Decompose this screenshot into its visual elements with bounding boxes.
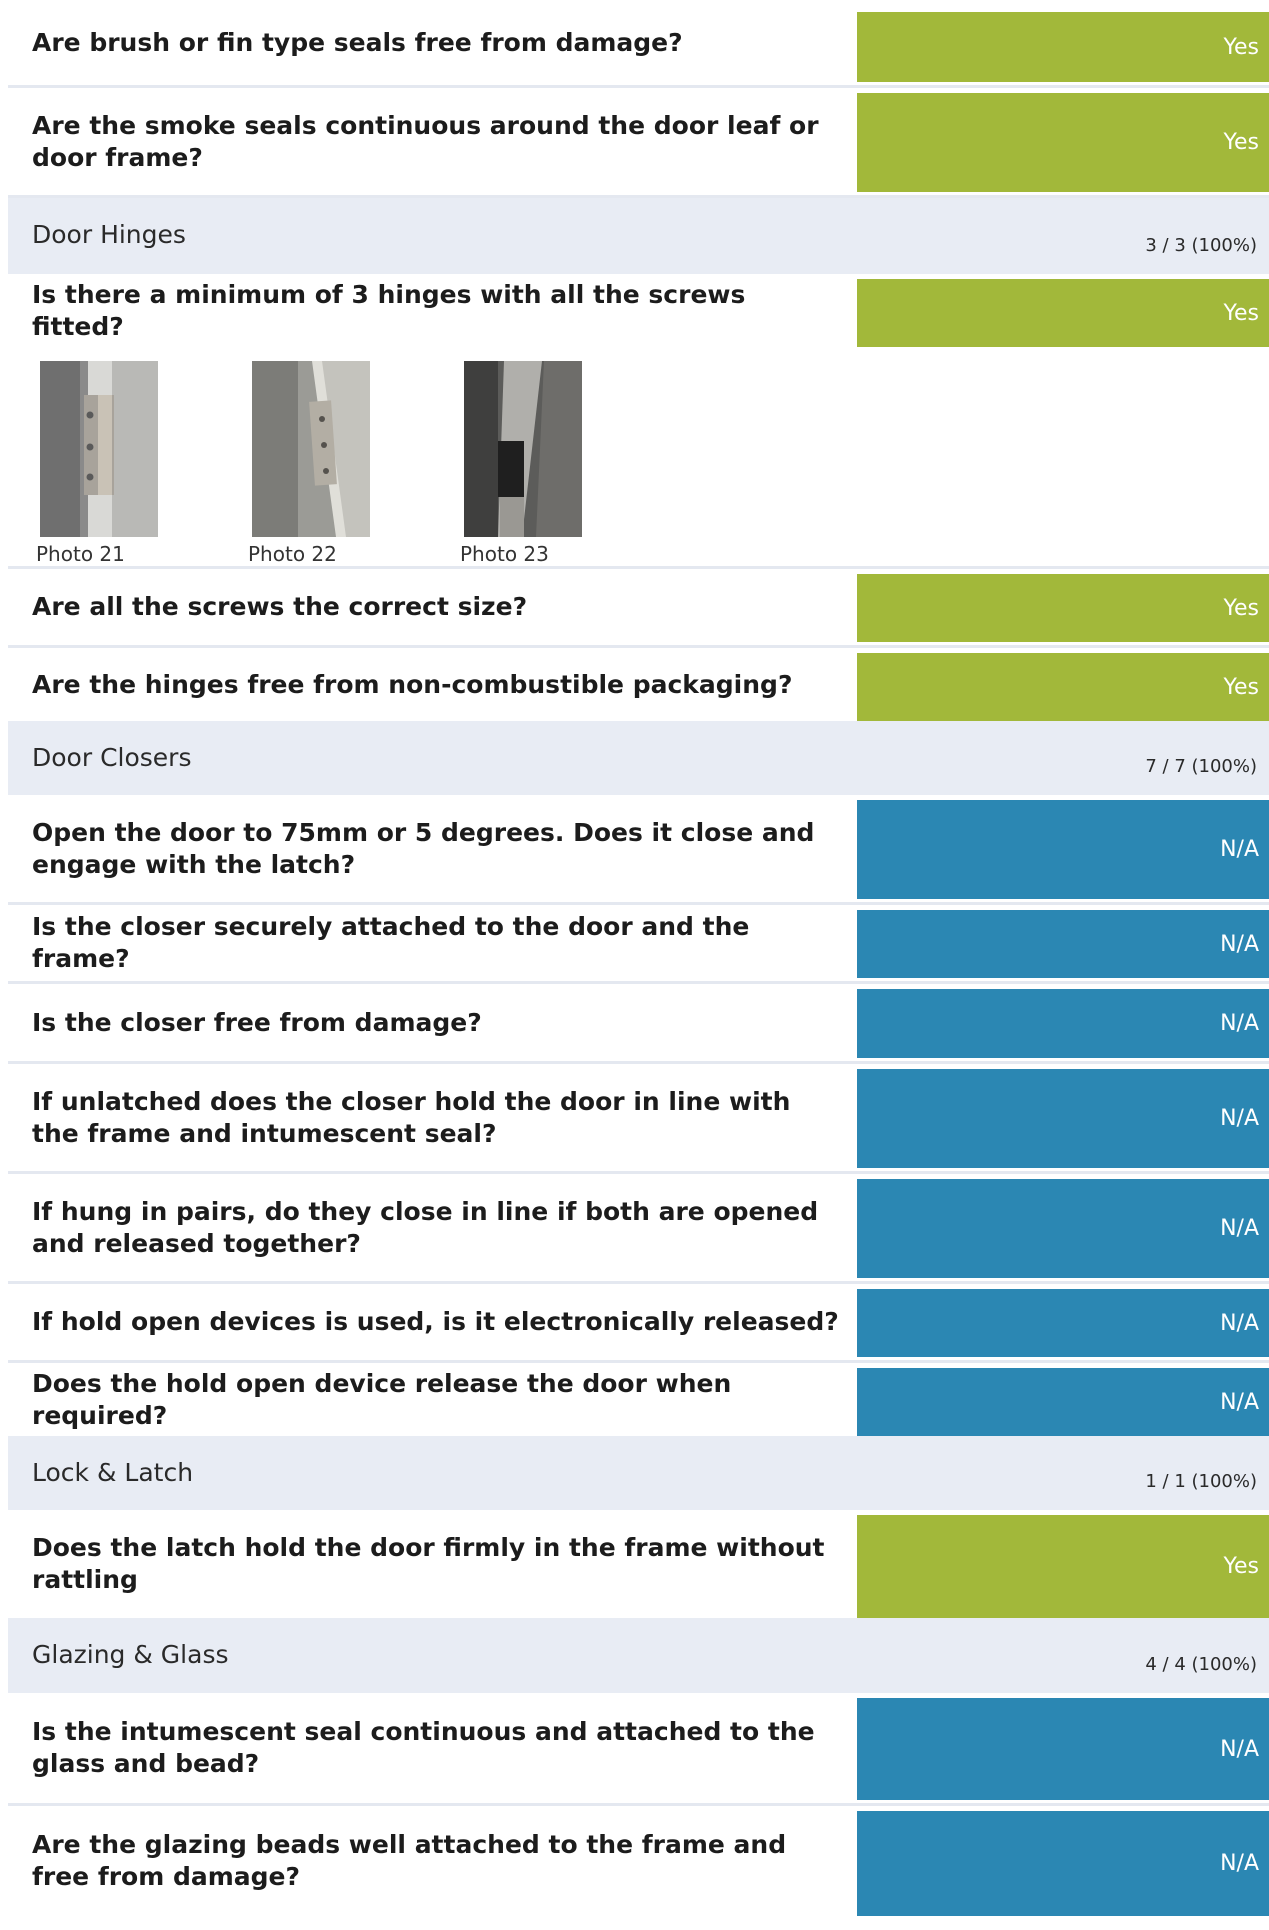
question-row: Are all the screws the correct size? Yes	[8, 569, 1269, 648]
question-text: If unlatched does the closer hold the do…	[32, 1086, 791, 1148]
section-score: 1 / 1 (100%)	[1145, 1471, 1257, 1492]
question-text: Does the hold open device release the do…	[32, 1368, 732, 1430]
section-title: Door Hinges	[32, 220, 186, 249]
answer-badge-na: N/A	[857, 989, 1269, 1058]
question-row: Is the intumescent seal continuous and a…	[8, 1693, 1269, 1806]
question-text: Open the door to 75mm or 5 degrees. Does…	[32, 817, 815, 879]
question-row: Are the smoke seals continuous around th…	[8, 88, 1269, 198]
photo-strip: Photo 21 Photo 22 Photo 23	[8, 347, 1269, 569]
question-text: Does the latch hold the door firmly in t…	[32, 1533, 825, 1594]
question-text: Is the intumescent seal continuous and a…	[32, 1717, 815, 1778]
question-row: Does the latch hold the door firmly in t…	[8, 1510, 1269, 1618]
question-row: Is the closer free from damage? N/A	[8, 984, 1269, 1064]
question-text: Are the hinges free from non-combustible…	[32, 669, 793, 699]
question-row: Are the hinges free from non-combustible…	[8, 648, 1269, 721]
answer-badge-na: N/A	[857, 1179, 1269, 1278]
answer-badge-na: N/A	[857, 1069, 1269, 1168]
hinge-photo-image[interactable]	[252, 361, 370, 537]
question-text: Is there a minimum of 3 hinges with all …	[32, 279, 746, 341]
hinge-photo-image[interactable]	[40, 361, 158, 537]
question-text: Are brush or fin type seals free from da…	[32, 27, 683, 57]
question-text: Is the closer securely attached to the d…	[32, 912, 750, 973]
section-title: Door Closers	[32, 743, 192, 772]
answer-badge-yes: Yes	[857, 574, 1269, 642]
question-text: Are the smoke seals continuous around th…	[32, 110, 819, 172]
section-header-door-closers[interactable]: Door Closers 7 / 7 (100%)	[8, 721, 1269, 795]
section-header-lock-latch[interactable]: Lock & Latch 1 / 1 (100%)	[8, 1436, 1269, 1510]
question-row: If hung in pairs, do they close in line …	[8, 1174, 1269, 1284]
question-text: If hold open devices is used, is it elec…	[32, 1307, 839, 1336]
section-score: 4 / 4 (100%)	[1145, 1654, 1257, 1675]
hinge-photo-image[interactable]	[464, 361, 582, 537]
photo-caption: Photo 22	[248, 542, 337, 566]
answer-badge-yes: Yes	[857, 93, 1269, 192]
question-row: Open the door to 75mm or 5 degrees. Does…	[8, 795, 1269, 905]
answer-badge-yes: Yes	[857, 1515, 1269, 1618]
question-row: If unlatched does the closer hold the do…	[8, 1064, 1269, 1174]
question-text: Are all the screws the correct size?	[32, 592, 528, 621]
question-text: Is the closer free from damage?	[32, 1007, 482, 1037]
answer-badge-yes: Yes	[857, 653, 1269, 721]
section-title: Glazing & Glass	[32, 1640, 229, 1669]
answer-badge-na: N/A	[857, 1811, 1269, 1916]
question-row: Is there a minimum of 3 hinges with all …	[8, 274, 1269, 347]
question-text: If hung in pairs, do they close in line …	[32, 1196, 819, 1258]
answer-badge-na: N/A	[857, 1289, 1269, 1357]
question-row: Are the glazing beads well attached to t…	[8, 1806, 1269, 1916]
question-row: Are brush or fin type seals free from da…	[8, 0, 1269, 88]
answer-badge-yes: Yes	[857, 279, 1269, 347]
section-score: 3 / 3 (100%)	[1145, 235, 1257, 256]
answer-badge-na: N/A	[857, 800, 1269, 899]
section-header-glazing-glass[interactable]: Glazing & Glass 4 / 4 (100%)	[8, 1618, 1269, 1693]
photo-caption: Photo 21	[36, 542, 125, 566]
section-score: 7 / 7 (100%)	[1145, 756, 1257, 777]
section-title: Lock & Latch	[32, 1458, 194, 1487]
question-row: If hold open devices is used, is it elec…	[8, 1284, 1269, 1363]
section-header-door-hinges[interactable]: Door Hinges 3 / 3 (100%)	[8, 198, 1269, 274]
answer-badge-na: N/A	[857, 1368, 1269, 1436]
question-row: Is the closer securely attached to the d…	[8, 905, 1269, 984]
answer-badge-na: N/A	[857, 910, 1269, 978]
question-text: Are the glazing beads well attached to t…	[32, 1830, 787, 1891]
answer-badge-yes: Yes	[857, 12, 1269, 82]
answer-badge-na: N/A	[857, 1698, 1269, 1800]
inspection-report: Are brush or fin type seals free from da…	[8, 0, 1269, 1916]
photo-caption: Photo 23	[460, 542, 549, 566]
question-row: Does the hold open device release the do…	[8, 1363, 1269, 1436]
